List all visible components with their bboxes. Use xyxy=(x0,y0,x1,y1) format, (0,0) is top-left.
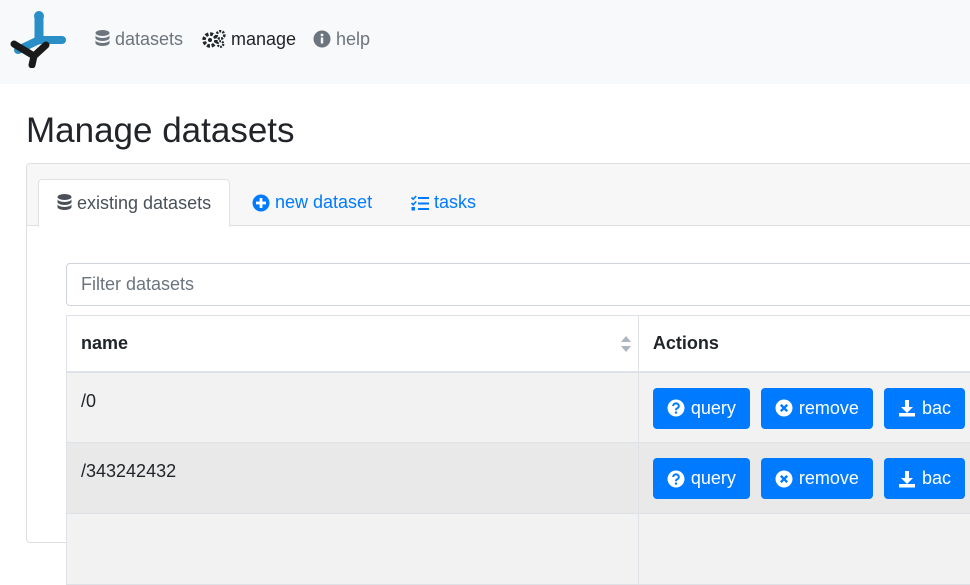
backup-button[interactable]: bac xyxy=(884,458,965,499)
top-navbar: datasets manage help xyxy=(0,0,970,84)
download-icon xyxy=(898,470,916,488)
nav-help-label: help xyxy=(336,29,370,50)
column-header-name[interactable]: name xyxy=(67,316,639,372)
times-circle-icon xyxy=(775,470,793,488)
dataset-name-cell xyxy=(67,514,639,585)
actions-cell: query remove bac xyxy=(638,372,970,443)
table-row: /0 query remove xyxy=(67,372,970,443)
backup-button-label: bac xyxy=(922,398,951,419)
info-circle-icon xyxy=(313,30,331,48)
nav-manage[interactable]: manage xyxy=(202,28,296,50)
query-button[interactable]: query xyxy=(653,458,750,499)
column-header-actions: Actions xyxy=(638,316,970,372)
actions-cell xyxy=(638,514,970,585)
column-header-name-label: name xyxy=(81,333,128,353)
nav-datasets[interactable]: datasets xyxy=(95,28,183,50)
logo[interactable] xyxy=(8,10,70,68)
sort-icon[interactable] xyxy=(620,334,632,354)
table-row xyxy=(67,514,970,585)
datasets-table: name Actions /0 query xyxy=(66,315,970,585)
plus-circle-icon xyxy=(252,194,270,212)
question-circle-icon xyxy=(667,470,685,488)
tab-tasks-label: tasks xyxy=(434,192,476,213)
query-button[interactable]: query xyxy=(653,388,750,429)
tasks-icon xyxy=(411,195,429,211)
query-button-label: query xyxy=(691,398,736,419)
tab-bar: existing datasets new dataset tasks xyxy=(27,164,970,226)
backup-button-label: bac xyxy=(922,468,951,489)
nav-datasets-label: datasets xyxy=(115,29,183,50)
remove-button-label: remove xyxy=(799,468,859,489)
database-icon xyxy=(57,194,72,212)
nav-help[interactable]: help xyxy=(313,28,370,50)
database-icon xyxy=(95,30,110,48)
download-icon xyxy=(898,399,916,417)
question-circle-icon xyxy=(667,399,685,417)
dataset-name-cell: /343242432 xyxy=(67,443,639,514)
query-button-label: query xyxy=(691,468,736,489)
column-header-actions-label: Actions xyxy=(653,333,719,353)
actions-cell: query remove bac xyxy=(638,443,970,514)
remove-button[interactable]: remove xyxy=(761,458,873,499)
page-title: Manage datasets xyxy=(26,110,295,152)
tab-new-dataset[interactable]: new dataset xyxy=(234,179,390,226)
times-circle-icon xyxy=(775,399,793,417)
tab-new-dataset-label: new dataset xyxy=(275,192,372,213)
tab-tasks[interactable]: tasks xyxy=(393,179,494,226)
nav-manage-label: manage xyxy=(231,29,296,50)
filter-datasets-input[interactable] xyxy=(66,263,970,306)
remove-button[interactable]: remove xyxy=(761,388,873,429)
table-header-row: name Actions xyxy=(67,316,970,372)
table-row: /343242432 query remove xyxy=(67,443,970,514)
tab-existing-datasets[interactable]: existing datasets xyxy=(38,179,230,227)
remove-button-label: remove xyxy=(799,398,859,419)
gears-icon xyxy=(202,30,226,48)
tab-existing-datasets-label: existing datasets xyxy=(77,193,211,214)
dataset-name-cell: /0 xyxy=(67,372,639,443)
backup-button[interactable]: bac xyxy=(884,388,965,429)
